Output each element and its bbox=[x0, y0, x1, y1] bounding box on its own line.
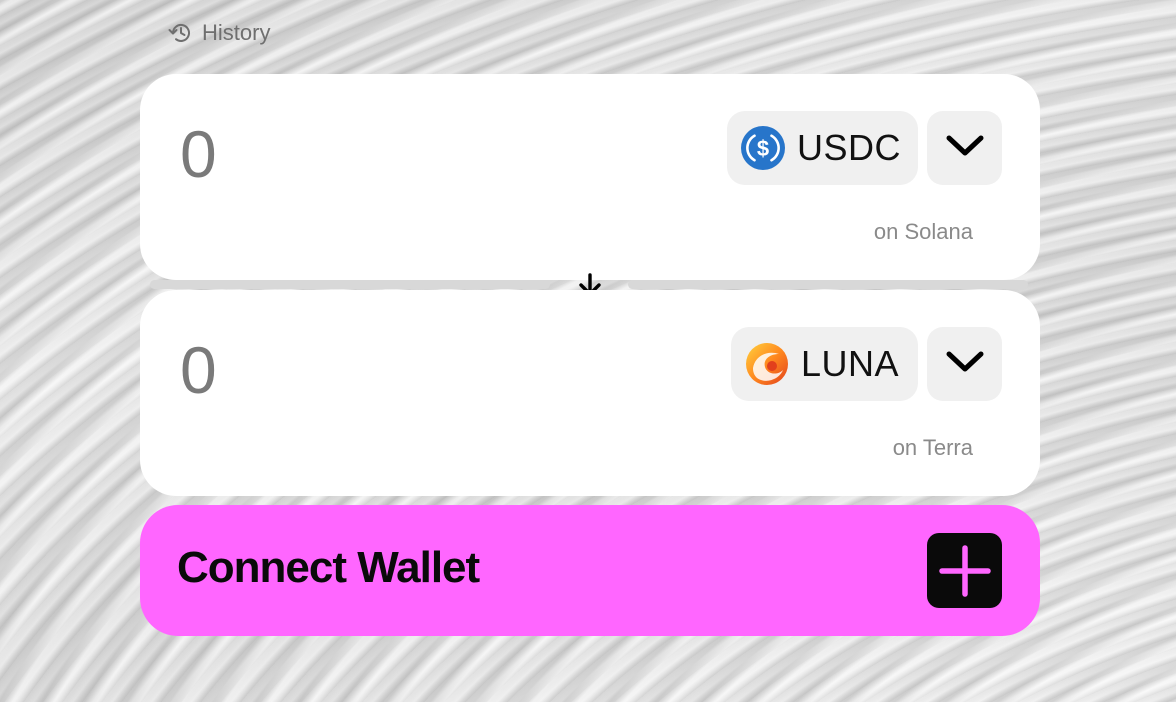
svg-text:$: $ bbox=[757, 136, 769, 161]
connect-wallet-label: Connect Wallet bbox=[177, 543, 480, 592]
usdc-icon: $ bbox=[741, 126, 785, 170]
divider-right bbox=[628, 280, 1028, 289]
chevron-down-icon bbox=[945, 350, 985, 379]
history-link[interactable]: History bbox=[168, 20, 270, 46]
from-network-label: on Solana bbox=[873, 219, 973, 244]
from-amount-input[interactable] bbox=[180, 114, 600, 194]
to-token-dropdown-button[interactable] bbox=[927, 327, 1002, 401]
history-label: History bbox=[202, 20, 271, 45]
plus-icon bbox=[927, 533, 1002, 608]
to-token-selector[interactable]: LUNA bbox=[731, 327, 918, 401]
to-card: LUNA on Terra bbox=[140, 290, 1040, 496]
from-token-selector[interactable]: $ USDC bbox=[727, 111, 918, 185]
from-token-dropdown-button[interactable] bbox=[927, 111, 1002, 185]
from-card: $ USDC on Solana bbox=[140, 74, 1040, 280]
connect-wallet-button[interactable]: Connect Wallet bbox=[140, 505, 1040, 636]
from-token-name: USDC bbox=[797, 127, 902, 168]
divider-left bbox=[150, 280, 550, 289]
to-network-label: on Terra bbox=[892, 435, 973, 460]
luna-icon bbox=[745, 342, 789, 386]
to-token-name: LUNA bbox=[801, 343, 900, 384]
chevron-down-icon bbox=[945, 134, 985, 163]
to-amount-input[interactable] bbox=[180, 330, 600, 410]
history-icon bbox=[168, 20, 194, 46]
